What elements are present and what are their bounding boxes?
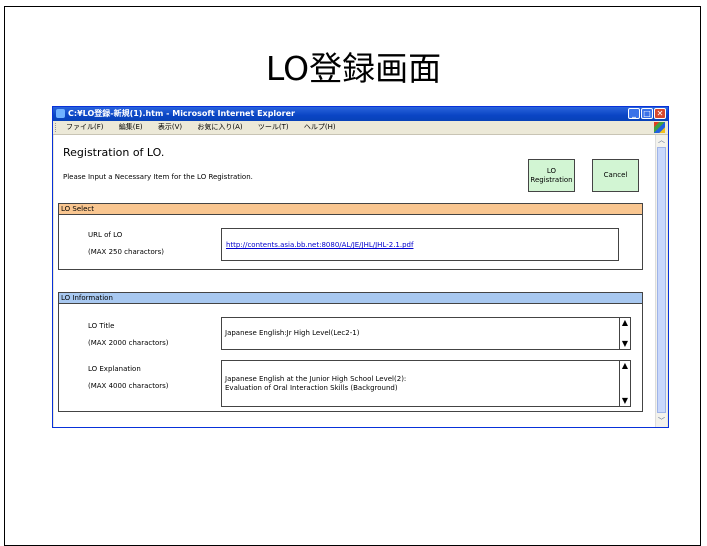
page-heading: Registration of LO. (63, 146, 165, 159)
register-label-line2: Registration (530, 175, 573, 184)
scroll-down-arrow-icon[interactable]: ▼ (620, 396, 630, 406)
window-titlebar[interactable]: C:¥LO登録-新規(1).htm - Microsoft Internet E… (53, 107, 668, 121)
windows-flag-icon (654, 122, 665, 133)
menu-help[interactable]: ヘルプ(H) (304, 123, 336, 131)
window-title: C:¥LO登録-新規(1).htm - Microsoft Internet E… (68, 109, 295, 118)
lo-explanation-line1: Japanese English at the Junior High Scho… (225, 375, 407, 383)
chevron-down-icon[interactable]: ﹀ (656, 416, 667, 427)
window-scrollbar[interactable]: ︿ ﹀ (655, 135, 667, 427)
maximize-button[interactable]: □ (641, 108, 653, 119)
lo-title-value: Japanese English:Jr High Level(Lec2-1) (225, 329, 360, 337)
lo-explanation-textarea[interactable]: Japanese English at the Junior High Scho… (221, 360, 631, 407)
lo-explanation-scrollbar[interactable]: ▲ ▼ (619, 361, 630, 406)
toolbar-grip[interactable] (55, 123, 58, 132)
lo-explanation-line2: Evaluation of Oral Interaction Skills (B… (225, 384, 398, 392)
lo-explanation-label: LO Explanation (88, 365, 141, 373)
url-link[interactable]: http://contents.asia.bb.net:8080/AL/JE/J… (226, 241, 413, 250)
lo-information-header: LO Information (59, 293, 642, 304)
menu-tools[interactable]: ツール(T) (258, 123, 289, 131)
lo-explanation-limit-label: (MAX 4000 charactors) (88, 382, 169, 390)
lo-title-label: LO Title (88, 322, 115, 330)
menu-edit[interactable]: 編集(E) (119, 123, 143, 131)
page-instruction: Please Input a Necessary Item for the LO… (63, 173, 253, 181)
menu-bar: ファイル(F) 編集(E) 表示(V) お気に入り(A) ツール(T) ヘルプ(… (53, 121, 668, 135)
url-label: URL of LO (88, 231, 123, 239)
slide-title: LO登録画面 (265, 49, 442, 88)
register-label-line1: LO (546, 166, 557, 175)
lo-title-scrollbar[interactable]: ▲ ▼ (619, 318, 630, 349)
chevron-up-icon[interactable]: ︿ (656, 135, 667, 146)
page-content: Registration of LO. Please Input a Neces… (54, 135, 656, 427)
scroll-down-arrow-icon[interactable]: ▼ (620, 339, 630, 349)
menu-favorites[interactable]: お気に入り(A) (197, 123, 242, 131)
lo-information-section: LO Information LO Title (MAX 2000 charac… (58, 292, 643, 412)
lo-title-textarea[interactable]: Japanese English:Jr High Level(Lec2-1) ▲… (221, 317, 631, 350)
close-button[interactable]: ✕ (654, 108, 666, 119)
lo-select-header: LO Select (59, 204, 642, 215)
menu-view[interactable]: 表示(V) (158, 123, 182, 131)
scroll-up-arrow-icon[interactable]: ▲ (620, 318, 630, 328)
lo-registration-button[interactable]: LO Registration (528, 159, 575, 192)
menu-file[interactable]: ファイル(F) (66, 123, 104, 131)
cancel-button[interactable]: Cancel (592, 159, 639, 192)
url-input[interactable]: http://contents.asia.bb.net:8080/AL/JE/J… (221, 228, 619, 261)
minimize-button[interactable]: _ (628, 108, 640, 119)
browser-window: C:¥LO登録-新規(1).htm - Microsoft Internet E… (52, 106, 669, 428)
scroll-thumb[interactable] (657, 147, 666, 413)
lo-title-limit-label: (MAX 2000 charactors) (88, 339, 169, 347)
url-limit-label: (MAX 250 charactors) (88, 248, 165, 256)
lo-select-section: LO Select URL of LO (MAX 250 charactors)… (58, 203, 643, 270)
scroll-up-arrow-icon[interactable]: ▲ (620, 361, 630, 371)
ie-logo-icon (56, 109, 65, 118)
